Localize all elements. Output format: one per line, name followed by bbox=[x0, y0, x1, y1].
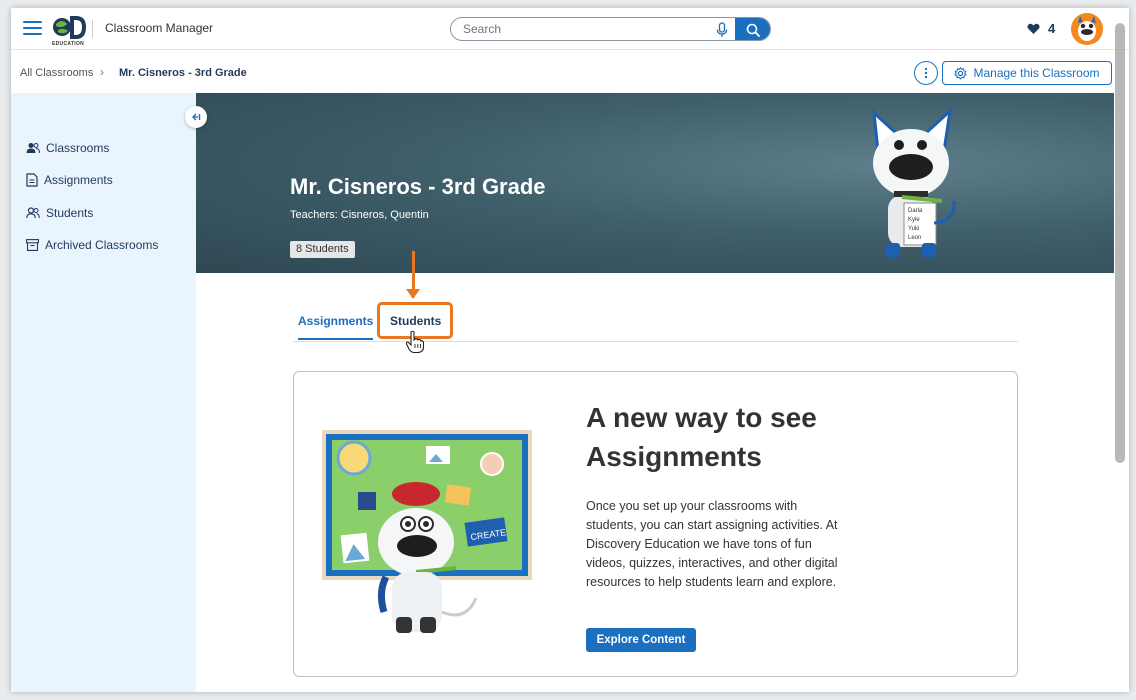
heart-icon bbox=[1027, 23, 1040, 34]
classrooms-icon bbox=[26, 143, 40, 154]
top-bar: EDUCATION Classroom Manager 4 bbox=[11, 8, 1129, 50]
empty-assignments-card: CREATE A new way to see Assignments Once… bbox=[293, 371, 1018, 677]
classroom-hero-banner: Mr. Cisneros - 3rd Grade Teachers: Cisne… bbox=[196, 93, 1114, 273]
sidebar-item-assignments[interactable]: Assignments bbox=[26, 173, 113, 187]
annotation-arrow-head bbox=[406, 289, 420, 299]
collapse-sidebar-button[interactable] bbox=[185, 106, 207, 128]
sidebar-item-label: Assignments bbox=[44, 173, 113, 187]
sidebar-item-classrooms[interactable]: Classrooms bbox=[26, 141, 109, 155]
manage-classroom-label: Manage this Classroom bbox=[973, 66, 1100, 80]
dog-mascot-illustration: Darla Kyle Yuki Leon bbox=[872, 107, 956, 257]
breadcrumb-all-classrooms[interactable]: All Classrooms bbox=[20, 67, 93, 79]
archive-icon bbox=[26, 239, 39, 251]
search-bar bbox=[450, 17, 771, 41]
more-options-button[interactable] bbox=[914, 61, 938, 85]
tab-assignments[interactable]: Assignments bbox=[298, 314, 374, 340]
browser-window: EDUCATION Classroom Manager 4 bbox=[11, 8, 1129, 692]
checklist-item: Kyle bbox=[908, 217, 920, 223]
classroom-teachers: Teachers: Cisneros, Quentin bbox=[290, 209, 429, 221]
gear-icon bbox=[954, 66, 968, 80]
user-avatar[interactable] bbox=[1071, 13, 1103, 45]
microphone-icon[interactable] bbox=[715, 22, 729, 38]
app-title: Classroom Manager bbox=[105, 21, 214, 35]
search-button[interactable] bbox=[735, 18, 770, 40]
card-body-text: Once you set up your classrooms with stu… bbox=[586, 499, 838, 589]
explore-content-button[interactable]: Explore Content bbox=[586, 628, 696, 652]
header-divider bbox=[92, 20, 93, 38]
checklist-item: Leon bbox=[908, 235, 921, 241]
breadcrumb-current: Mr. Cisneros - 3rd Grade bbox=[119, 67, 247, 79]
sidebar-item-label: Archived Classrooms bbox=[45, 238, 159, 252]
annotation-arrow bbox=[412, 251, 415, 293]
scrollbar-thumb[interactable] bbox=[1115, 23, 1125, 463]
students-icon bbox=[26, 207, 40, 219]
logo-text: EDUCATION bbox=[52, 41, 85, 47]
card-heading: A new way to see Assignments bbox=[586, 402, 817, 472]
manage-classroom-button[interactable]: Manage this Classroom bbox=[942, 61, 1112, 85]
favorites-count: 4 bbox=[1048, 21, 1056, 36]
checklist-item: Darla bbox=[908, 208, 923, 214]
sidebar-item-label: Classrooms bbox=[46, 141, 110, 155]
sidebar: Classrooms Assignments Students Archived… bbox=[11, 93, 196, 692]
student-count-badge: 8 Students bbox=[290, 241, 355, 258]
sidebar-item-label: Students bbox=[46, 206, 94, 220]
collapse-icon bbox=[192, 113, 201, 121]
discovery-education-logo[interactable]: EDUCATION bbox=[52, 14, 88, 47]
bulletin-board-illustration: CREATE bbox=[322, 430, 532, 633]
favorites[interactable]: 4 bbox=[1027, 21, 1055, 36]
checklist-item: Yuki bbox=[908, 226, 919, 232]
classroom-title: Mr. Cisneros - 3rd Grade bbox=[290, 174, 546, 199]
sidebar-item-students[interactable]: Students bbox=[26, 206, 93, 220]
menu-icon[interactable] bbox=[23, 21, 42, 35]
breadcrumb: All Classrooms › Mr. Cisneros - 3rd Grad… bbox=[11, 51, 1129, 93]
hand-cursor-icon bbox=[405, 330, 425, 354]
search-icon bbox=[746, 23, 760, 37]
chevron-right-icon: › bbox=[100, 65, 104, 79]
sidebar-item-archived-classrooms[interactable]: Archived Classrooms bbox=[26, 238, 158, 252]
more-vertical-icon bbox=[924, 67, 928, 79]
assignments-icon bbox=[26, 173, 38, 187]
search-input[interactable] bbox=[463, 21, 713, 37]
